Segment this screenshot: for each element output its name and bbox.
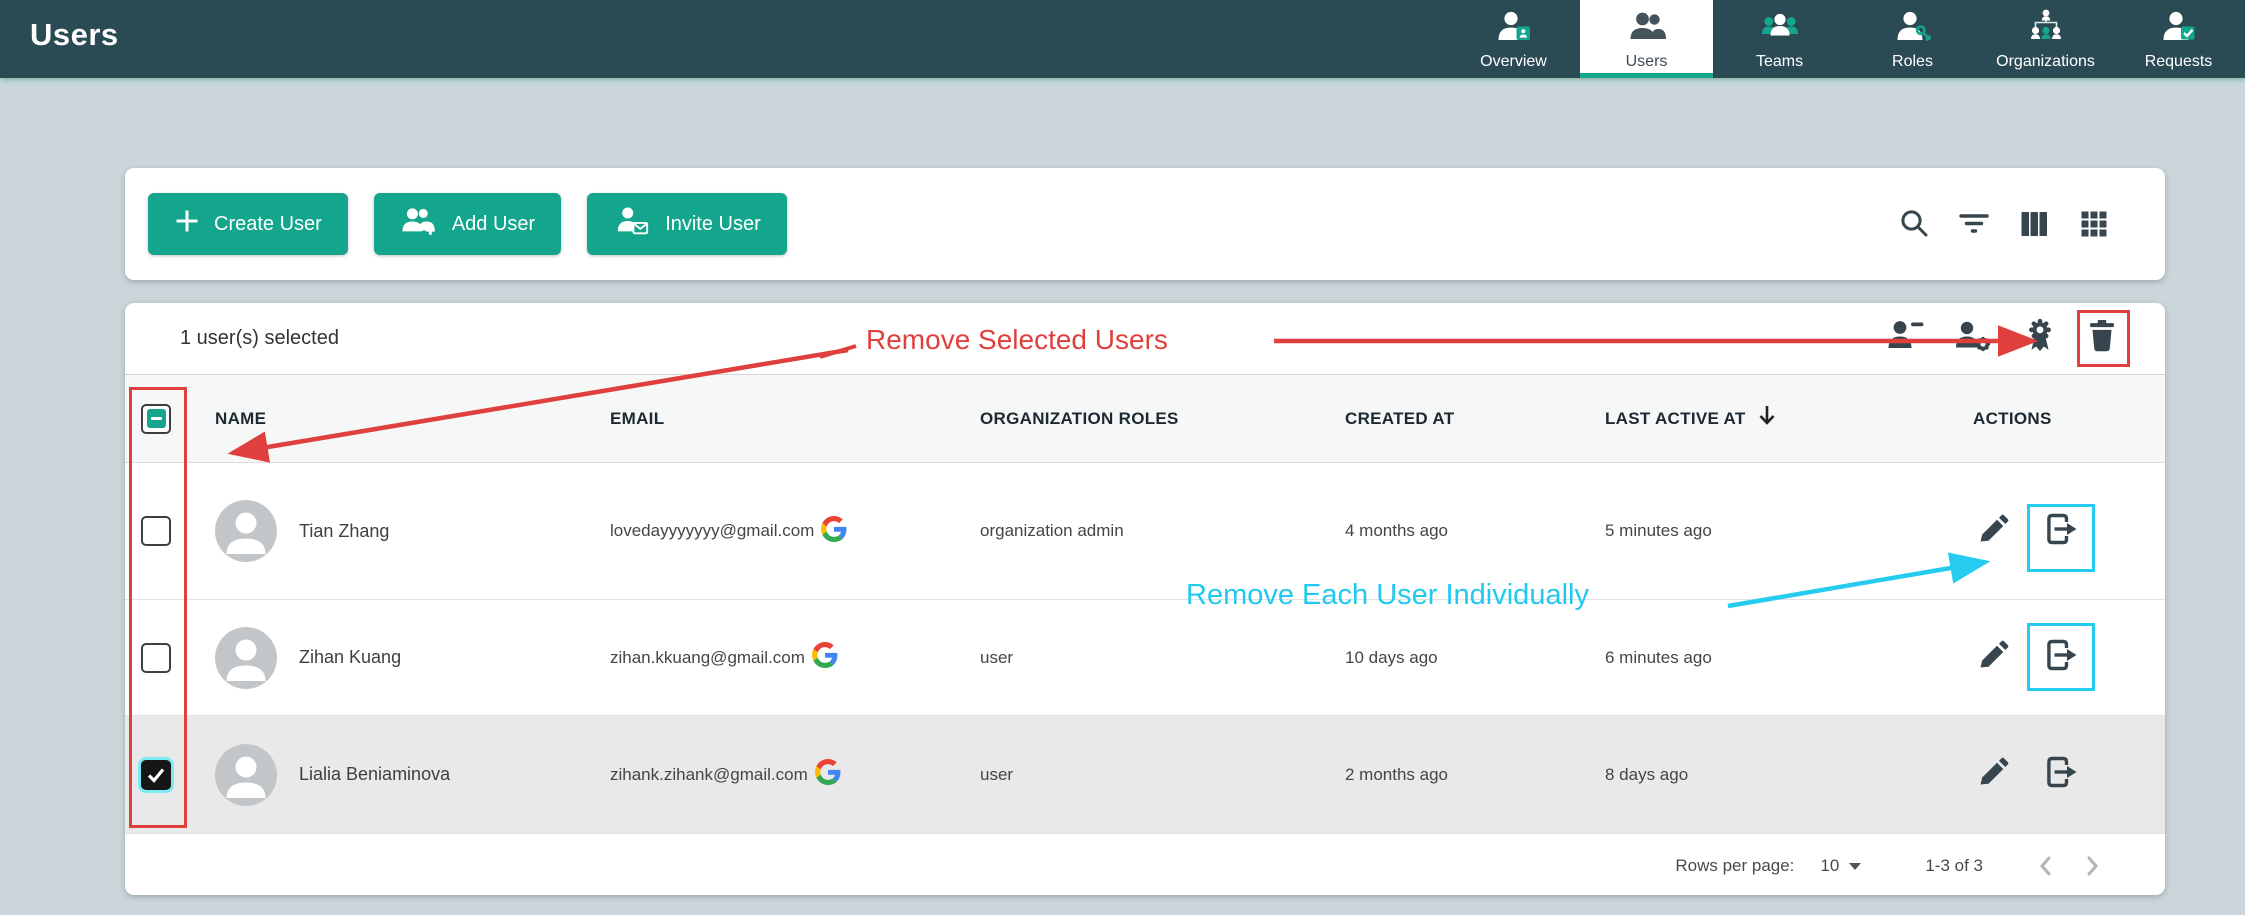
main-nav: Overview Users Teams: [1447, 0, 2245, 78]
tab-label: Overview: [1480, 53, 1547, 71]
toolbar-card: Create User Add User Invite User: [125, 168, 2165, 280]
grid-icon[interactable]: [2077, 207, 2111, 241]
tab-roles[interactable]: Roles: [1846, 0, 1979, 78]
page-title: Users: [30, 17, 119, 53]
tab-teams[interactable]: Teams: [1713, 0, 1846, 78]
table-header-row: NAME EMAIL ORGANIZATION ROLES CREATED AT…: [125, 375, 2165, 463]
add-user-icon: [400, 203, 438, 245]
tab-label: Roles: [1892, 53, 1933, 71]
created-at: 2 months ago: [1345, 765, 1448, 784]
avatar: [215, 744, 277, 806]
user-name: Zihan Kuang: [299, 647, 401, 668]
tab-label: Organizations: [1996, 53, 2095, 71]
user-check-icon: [2159, 7, 2199, 52]
user-roles: organization admin: [980, 521, 1124, 540]
columns-icon[interactable]: [2017, 207, 2051, 241]
header-name[interactable]: NAME: [215, 409, 266, 429]
remove-from-org-icon[interactable]: [2041, 635, 2081, 680]
header-last-active[interactable]: LAST ACTIVE AT: [1605, 409, 1746, 429]
certify-user-icon[interactable]: [2021, 316, 2059, 361]
invite-user-icon: [613, 203, 651, 245]
avatar: [215, 627, 277, 689]
tab-label: Teams: [1756, 53, 1803, 71]
tab-label: Requests: [2145, 53, 2213, 71]
tab-overview[interactable]: Overview: [1447, 0, 1580, 78]
tab-label: Users: [1626, 53, 1668, 71]
select-all-checkbox[interactable]: [141, 404, 171, 434]
created-at: 10 days ago: [1345, 648, 1438, 667]
tab-organizations[interactable]: Organizations: [1979, 0, 2112, 78]
filter-icon[interactable]: [1957, 207, 1991, 241]
user-email: lovedayyyyyyy@gmail.com: [610, 521, 814, 541]
user-name: Tian Zhang: [299, 521, 389, 542]
avatar: [215, 500, 277, 562]
header-roles[interactable]: ORGANIZATION ROLES: [980, 409, 1179, 428]
rows-per-page-value: 10: [1820, 856, 1839, 876]
table-footer: Rows per page: 10 1-3 of 3: [125, 833, 2165, 895]
org-chart-icon: [2026, 7, 2066, 52]
user-roles: user: [980, 648, 1013, 667]
delete-icon[interactable]: [2083, 316, 2121, 361]
search-icon[interactable]: [1897, 207, 1931, 241]
indeterminate-mark: [147, 409, 166, 428]
last-active-at: 6 minutes ago: [1605, 648, 1712, 668]
tab-requests[interactable]: Requests: [2112, 0, 2245, 78]
row-checkbox-checked[interactable]: [141, 760, 171, 790]
bulk-actions: [1883, 316, 2121, 361]
edit-user-icon[interactable]: [1973, 509, 2013, 554]
team-icon: [1760, 7, 1800, 52]
edit-user-icon[interactable]: [1973, 635, 2013, 680]
google-icon: [812, 642, 838, 673]
table-tools: [1897, 207, 2165, 241]
selection-count: 1 user(s) selected: [180, 327, 339, 350]
last-active-at: 8 days ago: [1605, 765, 1688, 785]
chevron-down-icon: [1849, 863, 1861, 870]
header-glow: [0, 78, 2245, 86]
last-active-at: 5 minutes ago: [1605, 521, 1712, 541]
user-badge-icon: [1494, 7, 1534, 52]
rows-per-page-select[interactable]: 10: [1820, 856, 1861, 876]
selection-bar: 1 user(s) selected: [125, 303, 2165, 375]
create-user-button[interactable]: Create User: [148, 193, 348, 255]
table-row-selected: Lialia Beniaminova zihank.zihank@gmail.c…: [125, 715, 2165, 833]
users-icon: [1627, 7, 1667, 52]
create-user-label: Create User: [214, 213, 322, 236]
user-name: Lialia Beniaminova: [299, 764, 450, 785]
google-icon: [815, 759, 841, 790]
rows-per-page-label: Rows per page:: [1675, 856, 1794, 876]
user-key-icon: [1893, 7, 1933, 52]
invite-user-label: Invite User: [665, 213, 761, 236]
remove-from-org-icon[interactable]: [2041, 509, 2081, 554]
app-header: Users Overview Users: [0, 0, 2245, 78]
user-email: zihan.kkuang@gmail.com: [610, 648, 805, 668]
tab-users[interactable]: Users: [1580, 0, 1713, 78]
plus-icon: [174, 208, 200, 240]
row-checkbox[interactable]: [141, 516, 171, 546]
users-table-card: 1 user(s) selected: [125, 303, 2165, 895]
edit-user-icon[interactable]: [1973, 752, 2013, 797]
next-page-button[interactable]: [2079, 853, 2105, 879]
add-user-label: Add User: [452, 213, 535, 236]
table-row: Tian Zhang lovedayyyyyyy@gmail.com organ…: [125, 463, 2165, 599]
google-icon: [821, 516, 847, 547]
remove-from-org-icon[interactable]: [2041, 752, 2081, 797]
user-settings-icon[interactable]: [1953, 316, 1997, 361]
table-row: Zihan Kuang zihan.kkuang@gmail.com user …: [125, 599, 2165, 715]
header-actions: ACTIONS: [1973, 409, 2052, 429]
row-checkbox[interactable]: [141, 643, 171, 673]
sort-desc-icon[interactable]: [1756, 403, 1778, 434]
app: Users Overview Users: [0, 0, 2245, 915]
user-email: zihank.zihank@gmail.com: [610, 765, 808, 785]
header-created[interactable]: CREATED AT: [1345, 409, 1454, 428]
remove-user-icon[interactable]: [1883, 316, 1929, 361]
add-user-button[interactable]: Add User: [374, 193, 561, 255]
pagination-range: 1-3 of 3: [1925, 856, 1983, 876]
user-roles: user: [980, 765, 1013, 784]
header-email[interactable]: EMAIL: [610, 409, 664, 429]
invite-user-button[interactable]: Invite User: [587, 193, 787, 255]
created-at: 4 months ago: [1345, 521, 1448, 540]
previous-page-button[interactable]: [2033, 853, 2059, 879]
